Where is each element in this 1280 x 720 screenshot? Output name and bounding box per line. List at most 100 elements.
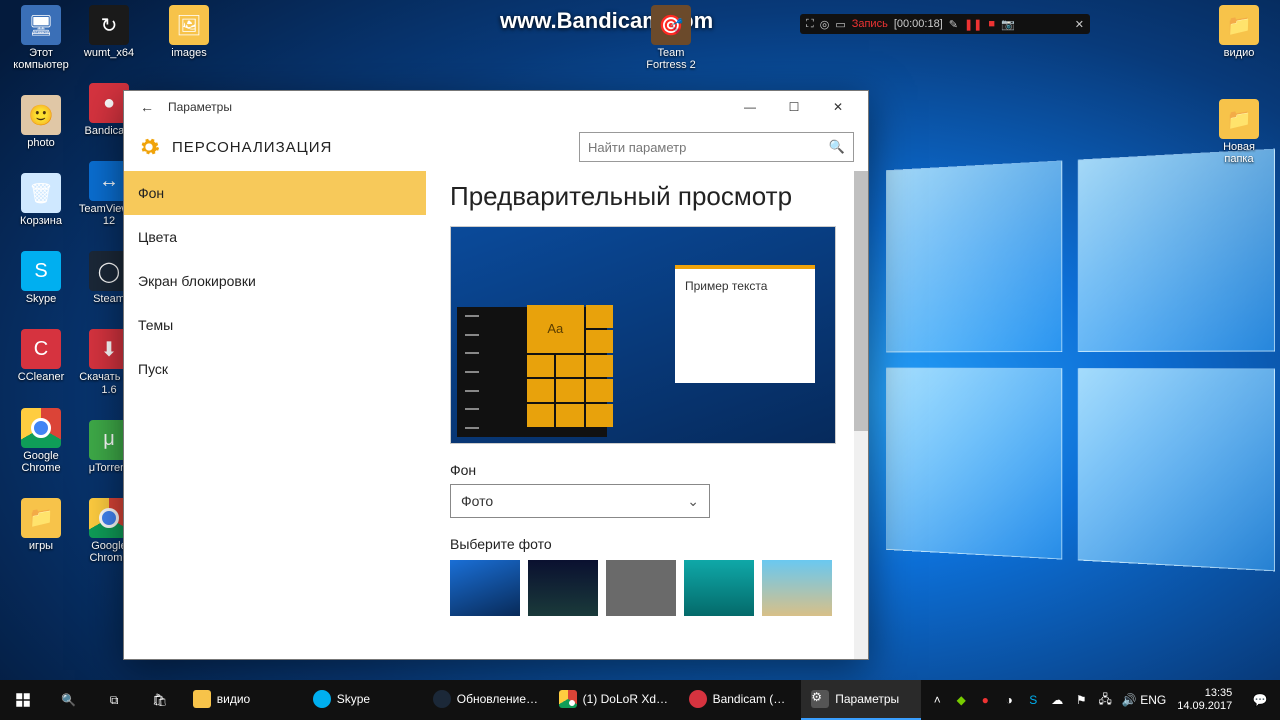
taskbar-item-chrome[interactable]: (1) DoLoR Xd ... [549, 680, 679, 720]
icon-label: игры [29, 540, 53, 552]
taskbar-label: Bandicam (H... [713, 692, 792, 706]
taskbar-label: Обновление ... [457, 692, 539, 706]
search-input[interactable]: Найти параметр 🔍 [579, 132, 854, 162]
taskbar-label: Skype [337, 692, 370, 706]
tray-security-icon[interactable]: ◆ [953, 692, 969, 708]
bandicam-target-icon[interactable]: ◎ [820, 18, 830, 31]
bandicam-fullscreen-icon[interactable]: ⛶ [806, 18, 814, 31]
taskbar-label: (1) DoLoR Xd ... [583, 692, 669, 706]
photo-thumb-1[interactable] [450, 560, 520, 616]
desktop-icon-skype[interactable]: SSkype [10, 251, 72, 305]
nav-lockscreen[interactable]: Экран блокировки [124, 259, 426, 303]
taskbar-clock[interactable]: 13:35 14.09.2017 [1169, 680, 1240, 720]
desktop-icon-new-folder[interactable]: 📁Новая папка [1208, 99, 1270, 165]
task-view-button[interactable]: ⧉ [91, 680, 137, 720]
nav-themes[interactable]: Темы [124, 303, 426, 347]
desktop-icon-recycle-bin[interactable]: 🗑Корзина [10, 173, 72, 227]
nav-background[interactable]: Фон [124, 171, 426, 215]
taskbar-label: видио [217, 692, 250, 706]
preview-tile-aa: Aa [527, 305, 584, 353]
taskbar-item-skype[interactable]: Skype [303, 680, 423, 720]
chevron-down-icon: ⌄ [687, 493, 699, 510]
category-title: ПЕРСОНАЛИЗАЦИЯ [172, 139, 332, 156]
photo-thumb-4[interactable] [684, 560, 754, 616]
search-icon: 🔍 [829, 139, 845, 155]
tray-steam-icon[interactable]: ◑ [1001, 692, 1017, 708]
desktop-icon-tf2[interactable]: 🎯Team Fortress 2 [640, 5, 702, 71]
bandicam-camera-icon[interactable]: 📷 [1001, 18, 1015, 31]
bandicam-toolbar[interactable]: ⛶ ◎ ▭ Запись [00:00:18] ✎ ❚❚ ■ 📷 ✕ [800, 14, 1090, 34]
wallpaper-logo [886, 149, 1275, 572]
icon-label: Этот компьютер [10, 47, 72, 71]
minimize-button[interactable]: ― [728, 92, 772, 122]
content-scrollbar[interactable] [854, 171, 868, 659]
search-button[interactable]: 🔍 [46, 680, 92, 720]
icon-label: Google Chrome [10, 450, 72, 474]
clock-time: 13:35 [1205, 687, 1233, 700]
desktop-icon-video-folder[interactable]: 📁видио [1208, 5, 1270, 59]
taskbar-label: Параметры [835, 692, 899, 706]
window-titlebar[interactable]: ← Параметры ― ☐ ✕ [124, 91, 868, 123]
icon-label: CCleaner [18, 371, 64, 383]
settings-content: Предварительный просмотр Aa Пример текст… [426, 171, 868, 659]
tray-up-icon[interactable]: ˄ [929, 692, 945, 708]
icon-label: Новая папка [1208, 141, 1270, 165]
photo-thumb-2[interactable] [528, 560, 598, 616]
preview-heading: Предварительный просмотр [450, 181, 844, 212]
bandicam-pause-icon[interactable]: ❚❚ [964, 18, 982, 31]
desktop-icon-chrome[interactable]: Google Chrome [10, 408, 72, 474]
tray-language[interactable]: ENG [1145, 692, 1161, 708]
system-tray[interactable]: ˄ ◆ ● ◑ S ☁ ⚑ 🖧 🔊 ENG [921, 680, 1169, 720]
icon-label: Skype [26, 293, 57, 305]
tray-skype-icon[interactable]: S [1025, 692, 1041, 708]
preview-sample-window: Пример текста [675, 265, 815, 383]
action-center-button[interactable]: 💬 [1240, 680, 1280, 720]
choose-photo-label: Выберите фото [450, 536, 844, 552]
bandicam-status: Запись [852, 18, 888, 30]
store-button[interactable]: 🛍 [137, 680, 183, 720]
taskbar-item-video[interactable]: видио [183, 680, 303, 720]
desktop-icon-images-folder[interactable]: 🖼images [158, 5, 220, 59]
start-button[interactable] [0, 680, 46, 720]
desktop-preview: Aa Пример текста [450, 226, 836, 444]
bandicam-window-icon[interactable]: ▭ [835, 18, 845, 31]
taskbar-item-settings[interactable]: ⚙Параметры [801, 680, 921, 720]
icon-label: photo [27, 137, 55, 149]
dropdown-value: Фото [461, 493, 493, 509]
bandicam-pencil-icon[interactable]: ✎ [949, 18, 958, 31]
photo-thumbnails [450, 560, 844, 616]
back-button[interactable]: ← [132, 99, 162, 115]
maximize-button[interactable]: ☐ [772, 92, 816, 122]
search-placeholder: Найти параметр [588, 140, 686, 155]
photo-thumb-3[interactable] [606, 560, 676, 616]
settings-header: ПЕРСОНАЛИЗАЦИЯ Найти параметр 🔍 [124, 123, 868, 171]
bandicam-close-icon[interactable]: ✕ [1075, 18, 1084, 31]
desktop-icon-ccleaner[interactable]: CCCleaner [10, 329, 72, 383]
tray-defender-icon[interactable]: ⚑ [1073, 692, 1089, 708]
taskbar: 🔍 ⧉ 🛍 видио Skype Обновление ... (1) DoL… [0, 680, 1280, 720]
preview-start-menu: Aa [457, 307, 607, 437]
icon-label: Steam [93, 293, 125, 305]
gear-icon [138, 136, 160, 158]
photo-thumb-5[interactable] [762, 560, 832, 616]
settings-window: ← Параметры ― ☐ ✕ ПЕРСОНАЛИЗАЦИЯ Найти п… [123, 90, 869, 660]
background-dropdown[interactable]: Фото ⌄ [450, 484, 710, 518]
desktop-icon-wumt[interactable]: ↻wumt_x64 [78, 5, 140, 59]
tray-onedrive-icon[interactable]: ☁ [1049, 692, 1065, 708]
desktop-icon-this-pc[interactable]: 🖥Этот компьютер [10, 5, 72, 71]
nav-start[interactable]: Пуск [124, 347, 426, 391]
taskbar-item-steam[interactable]: Обновление ... [423, 680, 549, 720]
bandicam-stop-icon[interactable]: ■ [988, 18, 995, 30]
icon-label: wumt_x64 [84, 47, 134, 59]
tray-network-icon[interactable]: 🖧 [1097, 692, 1113, 708]
desktop-icon-games-folder[interactable]: 📁игры [10, 498, 72, 552]
icon-label: Корзина [20, 215, 62, 227]
tray-volume-icon[interactable]: 🔊 [1121, 692, 1137, 708]
taskbar-item-bandicam[interactable]: Bandicam (H... [679, 680, 802, 720]
nav-colors[interactable]: Цвета [124, 215, 426, 259]
close-button[interactable]: ✕ [816, 92, 860, 122]
desktop-icon-photo[interactable]: 🙂photo [10, 95, 72, 149]
tray-bandicam-icon[interactable]: ● [977, 692, 993, 708]
icon-label: images [171, 47, 206, 59]
background-label: Фон [450, 462, 844, 478]
